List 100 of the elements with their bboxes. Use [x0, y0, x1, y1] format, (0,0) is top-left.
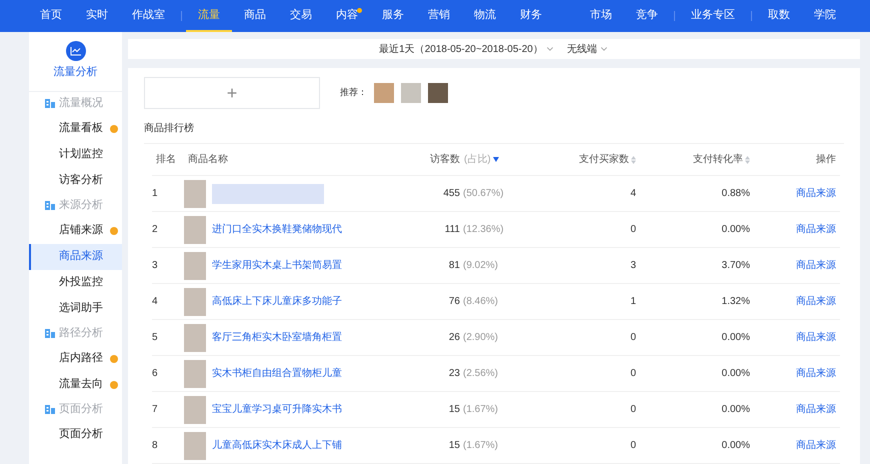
column-header: 访客数 — [430, 152, 460, 167]
visitors-cell-text: 15 — [448, 403, 460, 417]
product-source-link[interactable]: 商品来源 — [750, 402, 836, 417]
share-cell-text: (12.36%) — [462, 223, 505, 237]
sidebar-item[interactable]: 选词助手 — [29, 296, 122, 322]
column-header: 商品名称 — [188, 152, 228, 167]
nav-tab[interactable]: 取数 — [756, 0, 802, 32]
buyers-cell-text: 0 — [629, 439, 636, 453]
sidebar-section-title: 路径分析 — [59, 326, 103, 342]
product-name-link[interactable]: 客厅三角柜实木卧室墙角柜置 — [212, 330, 342, 345]
photo-placeholder — [374, 83, 394, 103]
nav-tab[interactable]: 竞争 — [624, 0, 670, 32]
product-name-link[interactable]: 学生家用实木桌上书架简易置 — [212, 258, 342, 273]
building-icon — [45, 329, 55, 338]
sidebar-section-title: 流量概况 — [59, 96, 103, 112]
product-name-link[interactable]: 进门口全实木换鞋凳储物现代 — [212, 222, 342, 237]
nav-tab[interactable]: 商品 — [232, 0, 278, 32]
photo-placeholder — [184, 180, 206, 208]
photo-placeholder — [184, 396, 206, 424]
device-dropdown[interactable]: 无线端 — [566, 42, 609, 56]
nav-tab[interactable]: 交易 — [278, 0, 324, 32]
sidebar-item[interactable]: 店铺来源 — [29, 218, 122, 244]
rank-cell-text: 8 — [152, 439, 159, 453]
sort-icon[interactable] — [745, 156, 750, 164]
product-source-link[interactable]: 商品来源 — [750, 438, 836, 453]
buyers-cell-text: 0 — [629, 367, 636, 381]
product-name-link[interactable]: 宝宝儿童学习桌可升降实木书 — [212, 402, 342, 417]
sidebar-item[interactable]: 流量看板 — [29, 116, 122, 142]
sidebar-item[interactable]: 流量去向 — [29, 372, 122, 398]
rank-cell-text: 3 — [152, 259, 159, 273]
nav-tab[interactable]: 服务 — [370, 0, 416, 32]
visitors-cell-text: 76 — [448, 295, 460, 309]
visitors-cell-text: 81 — [448, 259, 460, 273]
recommend-label: 推荐： — [340, 86, 367, 100]
product-source-link[interactable]: 商品来源 — [750, 294, 836, 309]
share-cell-text: (9.02%) — [462, 259, 500, 273]
rank-cell-text: 2 — [152, 223, 159, 237]
product-source-link[interactable]: 商品来源 — [750, 258, 836, 273]
product-source-link[interactable]: 商品来源 — [750, 186, 836, 201]
share-cell-text: (1.67%) — [462, 403, 500, 417]
conversion-cell-text: 0.00% — [720, 367, 750, 381]
buyers-cell-text: 0 — [629, 223, 636, 237]
rank-cell-text: 4 — [152, 295, 159, 309]
building-icon — [45, 201, 55, 210]
nav-tab[interactable]: 首页 — [28, 0, 74, 32]
conversion-cell-text: 1.32% — [720, 295, 750, 309]
sidebar-item[interactable]: 商品来源 — [29, 244, 122, 270]
sidebar-item[interactable]: 店内路径 — [29, 346, 122, 372]
product-source-link[interactable]: 商品来源 — [750, 330, 836, 345]
column-header[interactable]: 支付转化率 — [693, 152, 750, 167]
date-range-dropdown[interactable]: 最近1天（2018-05-20~2018-05-20） — [379, 42, 555, 56]
nav-tab[interactable]: 内容 — [324, 0, 370, 32]
product-name-link[interactable]: 实木书柜自由组合置物柜儿童 — [212, 366, 342, 381]
rank-cell-text: 7 — [152, 403, 159, 417]
sidebar-item[interactable]: 计划监控 — [29, 142, 122, 168]
product-source-link[interactable]: 商品来源 — [750, 222, 836, 237]
buyers-cell-text: 4 — [629, 187, 636, 201]
share-cell-text: (2.90%) — [462, 331, 500, 345]
visitors-cell-text: 26 — [448, 331, 460, 345]
visitors-cell-text: 111 — [444, 223, 460, 237]
product-name-link[interactable]: 高低床上下床儿童床多功能子 — [212, 294, 342, 309]
nav-tab[interactable]: 学院 — [802, 0, 848, 32]
share-cell-text: (50.67%) — [462, 187, 505, 201]
nav-tab[interactable]: 财务 — [508, 0, 554, 32]
rank-cell-text: 5 — [152, 331, 159, 345]
conversion-cell-text: 0.00% — [720, 439, 750, 453]
product-name-link[interactable]: 儿童高低床实木床成人上下铺 — [212, 438, 342, 453]
visitors-cell-text: 15 — [448, 439, 460, 453]
nav-tab[interactable]: 营销 — [416, 0, 462, 32]
conversion-cell-text: 0.00% — [720, 403, 750, 417]
building-icon — [45, 405, 55, 414]
product-source-link[interactable]: 商品来源 — [750, 366, 836, 381]
nav-tab[interactable]: 流量 — [186, 0, 232, 32]
conversion-cell-text: 3.70% — [720, 259, 750, 273]
photo-placeholder — [401, 83, 421, 103]
column-header: 排名 — [156, 152, 176, 167]
photo-placeholder — [184, 360, 206, 388]
column-header[interactable]: 支付买家数 — [579, 152, 636, 167]
nav-tab[interactable]: 实时 — [74, 0, 120, 32]
rank-cell-text: 6 — [152, 367, 159, 381]
nav-tab[interactable]: 市场 — [578, 0, 624, 32]
photo-placeholder — [184, 432, 206, 460]
photo-placeholder — [184, 324, 206, 352]
sort-icon[interactable] — [631, 156, 636, 164]
sort-descending-icon[interactable] — [492, 157, 499, 162]
nav-tab[interactable]: 业务专区 — [679, 0, 747, 32]
sidebar-section-title: 页面分析 — [59, 402, 103, 418]
column-header: 操作 — [816, 153, 836, 167]
sidebar-item[interactable]: 页面分析 — [29, 422, 122, 448]
building-icon — [45, 99, 55, 108]
sidebar-item[interactable]: 外投监控 — [29, 270, 122, 296]
sidebar-section-title: 来源分析 — [59, 198, 103, 214]
nav-tab[interactable]: 作战室 — [120, 0, 177, 32]
rank-cell-text: 1 — [152, 187, 159, 201]
photo-placeholder — [428, 83, 448, 103]
ranking-title: 商品排行榜 — [144, 122, 194, 136]
add-product-button[interactable]: + — [144, 77, 320, 109]
sidebar-item[interactable]: 访客分析 — [29, 168, 122, 194]
nav-tab[interactable]: 物流 — [462, 0, 508, 32]
photo-placeholder — [184, 252, 206, 280]
